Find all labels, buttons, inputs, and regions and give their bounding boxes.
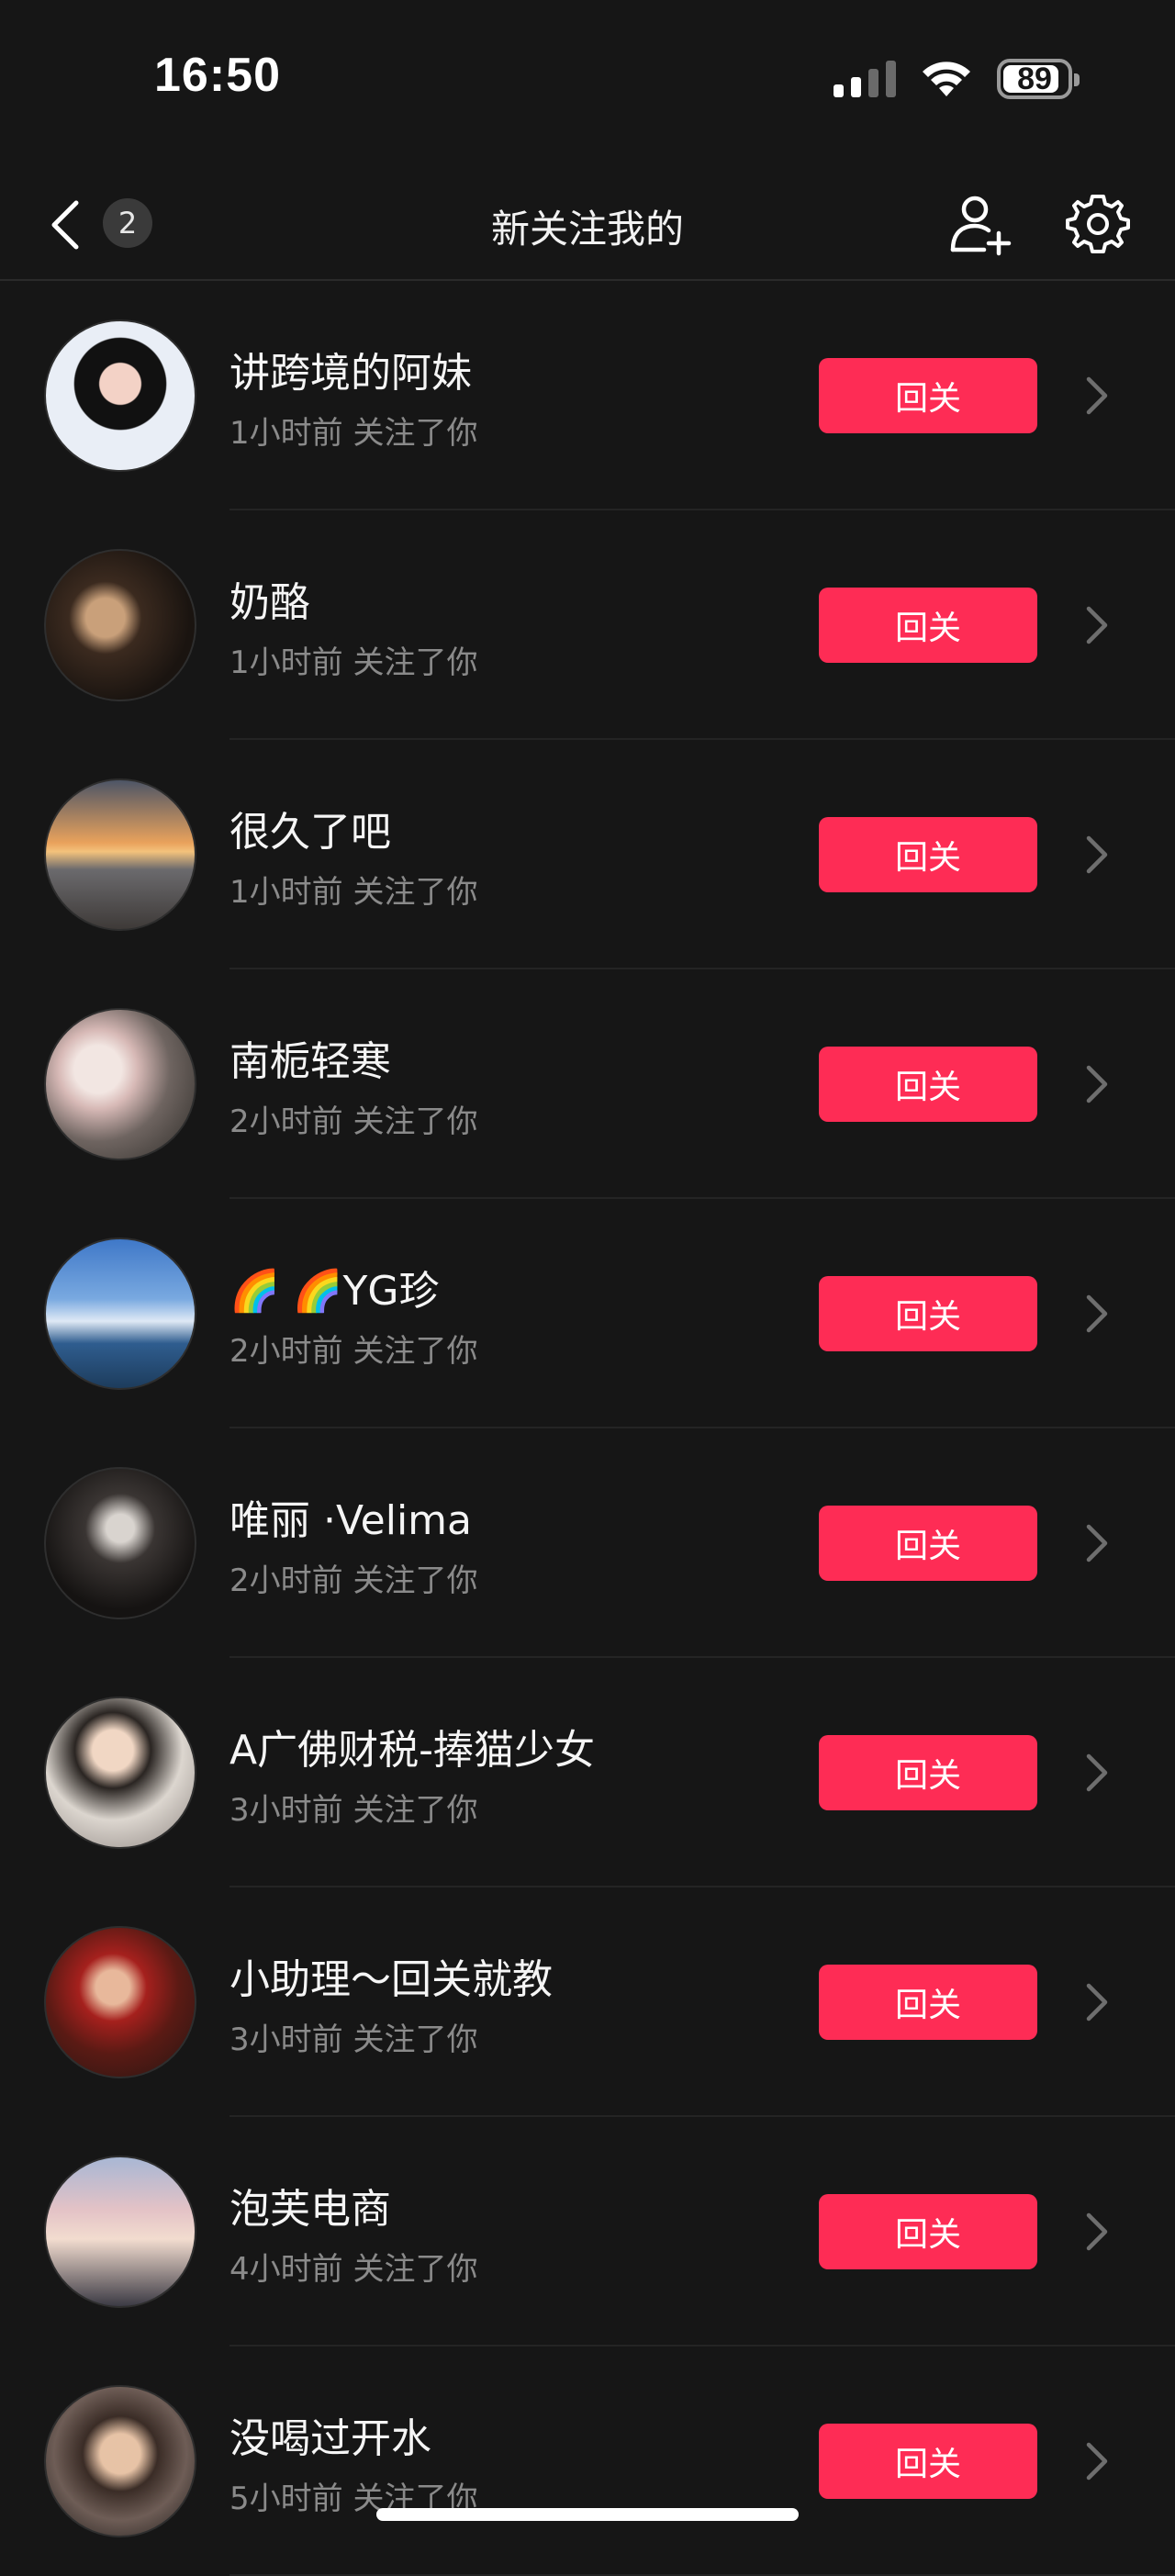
- follow-time: 2小时前 关注了你: [229, 1103, 478, 1140]
- chevron-right-icon[interactable]: [1083, 1522, 1111, 1564]
- nav-bar: 2 新关注我的: [0, 171, 1175, 281]
- flowers-avatar[interactable]: [44, 1008, 196, 1160]
- girl-with-roses-avatar[interactable]: [44, 1926, 196, 2078]
- gear-icon: [1066, 195, 1130, 253]
- follow-time: 3小时前 关注了你: [229, 2022, 478, 2058]
- cellular-signal-icon: [834, 61, 896, 97]
- girl-portrait-avatar[interactable]: [44, 2156, 196, 2308]
- chevron-right-icon[interactable]: [1083, 1063, 1111, 1105]
- follower-name[interactable]: A广佛财税-捧猫少女: [229, 1717, 595, 1775]
- add-user-icon: [950, 196, 1012, 256]
- follow-back-button[interactable]: 回关: [819, 1047, 1037, 1122]
- follow-time: 4小时前 关注了你: [229, 2251, 478, 2288]
- photo-avatar[interactable]: [44, 549, 196, 701]
- cartoon-girl-avatar[interactable]: [44, 319, 196, 472]
- follower-name[interactable]: 南栀轻寒: [229, 1028, 391, 1087]
- follow-back-button[interactable]: 回关: [819, 1965, 1037, 2040]
- follow-time: 3小时前 关注了你: [229, 1792, 478, 1829]
- follow-time: 1小时前 关注了你: [229, 874, 478, 911]
- follower-row[interactable]: 很久了吧 1小时前 关注了你 回关: [0, 740, 1175, 969]
- chevron-right-icon[interactable]: [1083, 2440, 1111, 2482]
- follower-name[interactable]: 奶酪: [229, 569, 310, 628]
- follower-row[interactable]: 南栀轻寒 2小时前 关注了你 回关: [0, 969, 1175, 1199]
- follower-row[interactable]: 泡芙电商 4小时前 关注了你 回关: [0, 2117, 1175, 2346]
- follow-back-button[interactable]: 回关: [819, 1506, 1037, 1581]
- follow-back-button[interactable]: 回关: [819, 2194, 1037, 2269]
- follow-back-button[interactable]: 回关: [819, 817, 1037, 892]
- boy-portrait-avatar[interactable]: [44, 2385, 196, 2537]
- follower-name[interactable]: 唯丽 ·Velima: [229, 1487, 472, 1546]
- follower-row[interactable]: 小助理～回关就教 3小时前 关注了你 回关: [0, 1887, 1175, 2117]
- follower-name[interactable]: 泡芙电商: [229, 2176, 391, 2234]
- settings-button[interactable]: [1065, 191, 1131, 257]
- battery-tip: [1074, 73, 1080, 86]
- follow-back-button[interactable]: 回关: [819, 2424, 1037, 2499]
- chevron-right-icon[interactable]: [1083, 1752, 1111, 1794]
- follow-back-button[interactable]: 回关: [819, 1276, 1037, 1351]
- follower-name[interactable]: 小助理～回关就教: [229, 1946, 553, 2005]
- chevron-right-icon[interactable]: [1083, 604, 1111, 646]
- follow-back-button[interactable]: 回关: [819, 588, 1037, 663]
- follower-row[interactable]: 奶酪 1小时前 关注了你 回关: [0, 510, 1175, 740]
- chevron-right-icon[interactable]: [1083, 2211, 1111, 2253]
- add-friend-button[interactable]: [947, 191, 1013, 257]
- follower-name[interactable]: 没喝过开水: [229, 2405, 431, 2464]
- follower-row[interactable]: 讲跨境的阿妹 1小时前 关注了你 回关: [0, 281, 1175, 510]
- battery-icon: 89: [997, 59, 1080, 99]
- status-time: 16:50: [154, 49, 281, 102]
- follow-time: 2小时前 关注了你: [229, 1333, 478, 1370]
- follower-row[interactable]: 🌈 🌈YG珍 2小时前 关注了你 回关: [0, 1199, 1175, 1428]
- follower-list: 讲跨境的阿妹 1小时前 关注了你 回关 奶酪 1小时前 关注了你 回关 很久了吧…: [0, 281, 1175, 2576]
- follower-name[interactable]: 🌈 🌈YG珍: [229, 1258, 440, 1316]
- follower-row[interactable]: 唯丽 ·Velima 2小时前 关注了你 回关: [0, 1428, 1175, 1658]
- home-indicator[interactable]: [376, 2508, 799, 2521]
- girl-with-cat-avatar[interactable]: [44, 1697, 196, 1849]
- battery-level: 89: [1017, 61, 1052, 96]
- wifi-icon: [923, 62, 970, 96]
- follower-row[interactable]: 没喝过开水 5小时前 关注了你 回关: [0, 2346, 1175, 2576]
- follow-time: 1小时前 关注了你: [229, 415, 478, 452]
- follower-name[interactable]: 很久了吧: [229, 799, 391, 857]
- sky-avatar[interactable]: [44, 1238, 196, 1390]
- chevron-right-icon[interactable]: [1083, 1293, 1111, 1335]
- portrait-avatar[interactable]: [44, 1467, 196, 1619]
- chevron-right-icon[interactable]: [1083, 834, 1111, 876]
- chevron-right-icon[interactable]: [1083, 1981, 1111, 2023]
- status-indicators: 89: [834, 57, 1080, 101]
- follow-time: 2小时前 关注了你: [229, 1562, 478, 1599]
- follow-back-button[interactable]: 回关: [819, 1735, 1037, 1810]
- status-bar: 16:50 89: [0, 0, 1175, 158]
- follower-row[interactable]: A广佛财税-捧猫少女 3小时前 关注了你 回关: [0, 1658, 1175, 1887]
- follower-name[interactable]: 讲跨境的阿妹: [229, 340, 472, 398]
- chevron-right-icon[interactable]: [1083, 375, 1111, 417]
- follow-back-button[interactable]: 回关: [819, 358, 1037, 433]
- sunset-avatar[interactable]: [44, 778, 196, 931]
- follow-time: 1小时前 关注了你: [229, 644, 478, 681]
